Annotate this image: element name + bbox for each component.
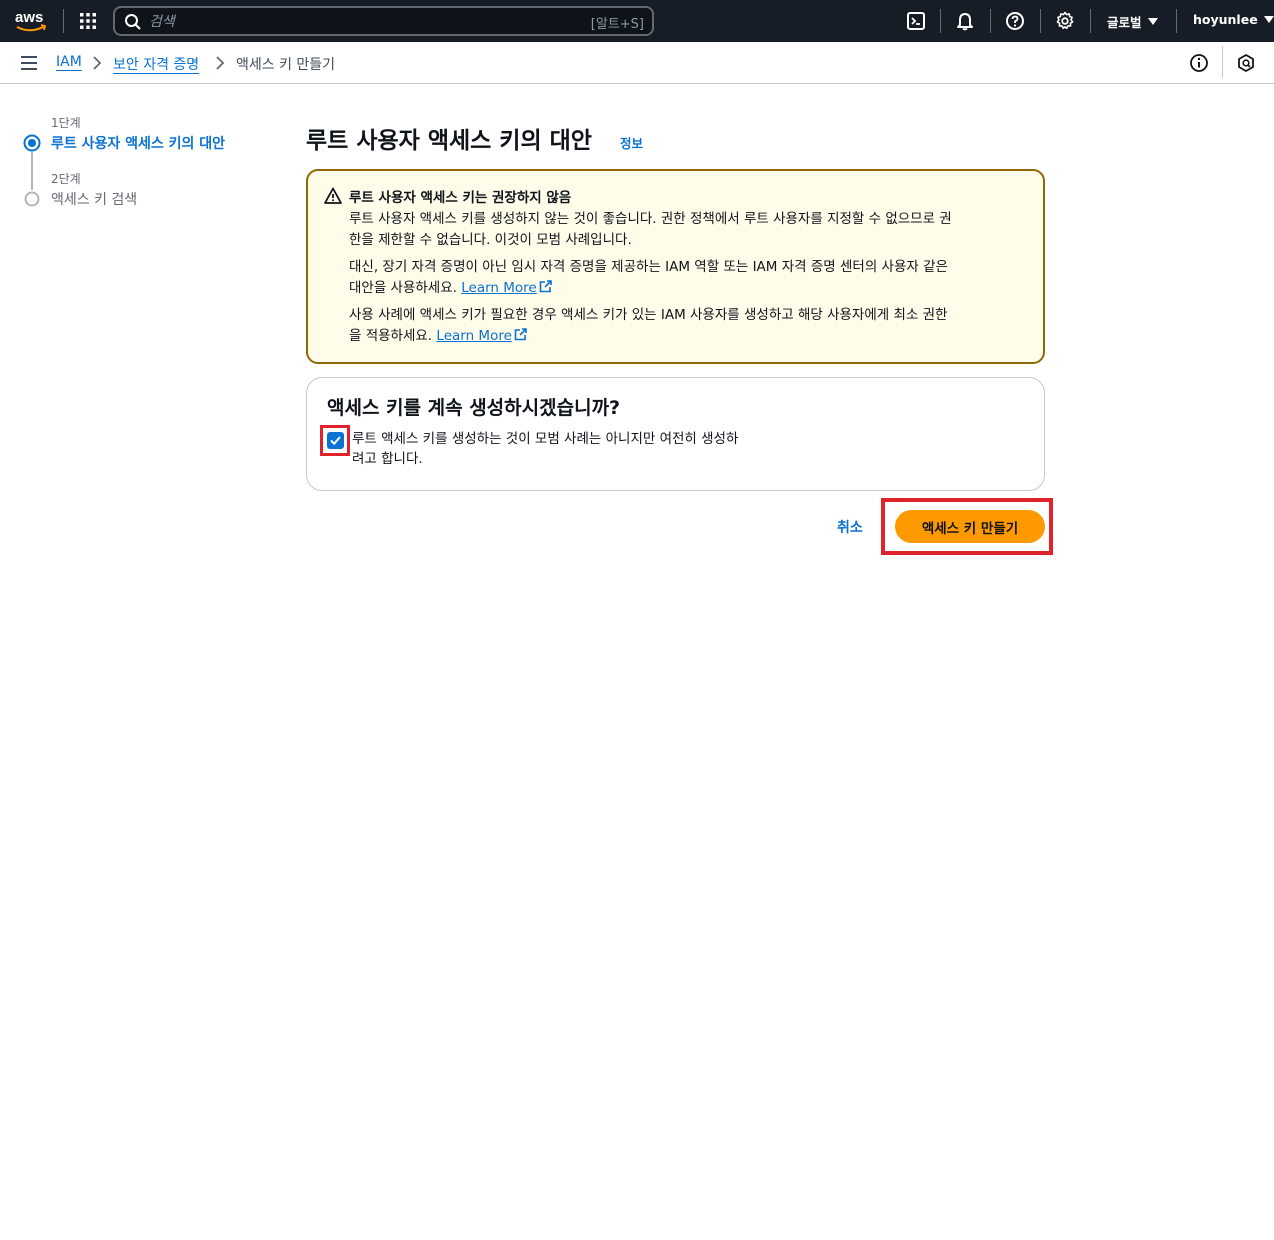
step-1-number: 1단계 [51,116,81,130]
learn-more-label: Learn More [461,280,537,296]
search-shortcut-hint: [알트+S] [590,17,644,32]
nav-divider [1040,9,1041,33]
checkmark-icon [330,436,341,446]
caret-down-icon [1147,18,1158,25]
confirm-checkbox-label[interactable]: 루트 액세스 키를 생성하는 것이 모범 사례는 아니지만 여전히 생성하 려고… [352,429,792,469]
step-1-label[interactable]: 루트 사용자 액세스 키의 대안 [51,133,225,153]
step-active-radio-icon [23,134,41,152]
checkbox-label-text: 루트 액세스 키를 생성하는 것이 모범 사례는 아니지만 여전히 생성하 [352,431,739,447]
cancel-button[interactable]: 취소 [837,517,863,537]
warning-text: 대안을 사용하세요. Learn More [349,278,1019,299]
breadcrumb-iam[interactable]: IAM [56,54,82,70]
warning-paragraph-2: 대신, 장기 자격 증명이 아닌 임시 자격 증명을 제공하는 IAM 역할 또… [349,257,1019,299]
info-link[interactable]: 정보 [620,133,643,152]
search-input[interactable] [149,11,569,33]
apps-grid-icon[interactable] [78,11,98,31]
cloudshell-icon[interactable] [906,11,926,31]
nav-divider [940,9,941,33]
region-selector[interactable]: 글로벌 [1107,12,1158,31]
help-icon[interactable] [1005,11,1025,31]
confirm-title: 액세스 키를 계속 생성하시겠습니까? [327,397,621,419]
chevron-right-icon [93,56,102,70]
amazon-q-icon[interactable] [1236,53,1256,73]
info-panel-icon[interactable] [1189,53,1209,73]
svg-text:aws: aws [15,9,43,26]
confirm-container: 액세스 키를 계속 생성하시겠습니까? 루트 액세스 키를 생성하는 것이 모범… [306,377,1045,491]
aws-logo[interactable]: aws [14,8,48,34]
bell-icon[interactable] [955,11,975,31]
search-box[interactable]: [알트+S] [113,6,654,36]
warning-text: 한을 제한할 수 없습니다. 이것이 모범 사례입니다. [349,232,632,248]
hamburger-menu-icon[interactable] [20,55,38,71]
warning-paragraph-1: 루트 사용자 액세스 키를 생성하지 않는 것이 좋습니다. 권한 정책에서 루… [349,209,1019,251]
page-title: 루트 사용자 액세스 키의 대안 [306,128,592,154]
learn-more-link[interactable]: Learn More [436,328,527,344]
tools-divider [1222,46,1223,78]
caret-down-icon [1263,16,1274,23]
step-connector [31,152,33,190]
step-2-label: 액세스 키 검색 [51,192,138,208]
warning-paragraph-3: 사용 사례에 액세스 키가 필요한 경우 액세스 키가 있는 IAM 사용자를 … [349,305,1019,347]
warning-title: 루트 사용자 액세스 키는 권장하지 않음 [349,190,572,206]
breadcrumb-security-credentials[interactable]: 보안 자격 증명 [113,54,199,74]
warning-text: 대신, 장기 자격 증명이 아닌 임시 자격 증명을 제공하는 IAM 역할 또… [349,259,948,275]
breadcrumb-bar: IAM 보안 자격 증명 액세스 키 만들기 [0,42,1274,84]
top-navigation: aws [알트+S] 글로벌 [0,0,1274,42]
warning-text: 사용 사례에 액세스 키가 필요한 경우 액세스 키가 있는 IAM 사용자를 … [349,307,948,323]
confirm-checkbox[interactable] [327,432,344,449]
step-2-number: 2단계 [51,172,81,186]
learn-more-link[interactable]: Learn More [461,280,552,296]
nav-divider [1090,9,1091,33]
external-link-icon [514,328,527,341]
nav-divider [1176,9,1177,33]
nav-divider [63,9,64,33]
chevron-right-icon [216,56,225,70]
warning-text: 루트 사용자 액세스 키를 생성하지 않는 것이 좋습니다. 권한 정책에서 루… [349,211,952,227]
warning-text-fragment: 을 적용하세요. [349,328,433,344]
warning-icon [324,187,342,204]
step-inactive-radio-icon [24,191,40,207]
gear-icon[interactable] [1055,11,1075,31]
learn-more-label: Learn More [436,328,512,344]
create-access-key-button[interactable]: 액세스 키 만들기 [895,510,1045,543]
account-menu[interactable]: hoyunlee [1193,12,1274,27]
breadcrumb-current: 액세스 키 만들기 [236,57,336,73]
nav-divider [990,9,991,33]
warning-text-fragment: 대안을 사용하세요. [349,280,457,296]
region-label: 글로벌 [1107,15,1142,30]
checkbox-label-text: 려고 합니다. [352,451,423,467]
warning-alert: 루트 사용자 액세스 키는 권장하지 않음 루트 사용자 액세스 키를 생성하지… [306,169,1045,364]
account-username: hoyunlee [1193,12,1258,27]
external-link-icon [539,280,552,293]
warning-text: 을 적용하세요. Learn More [349,326,1019,347]
search-icon [125,14,141,30]
